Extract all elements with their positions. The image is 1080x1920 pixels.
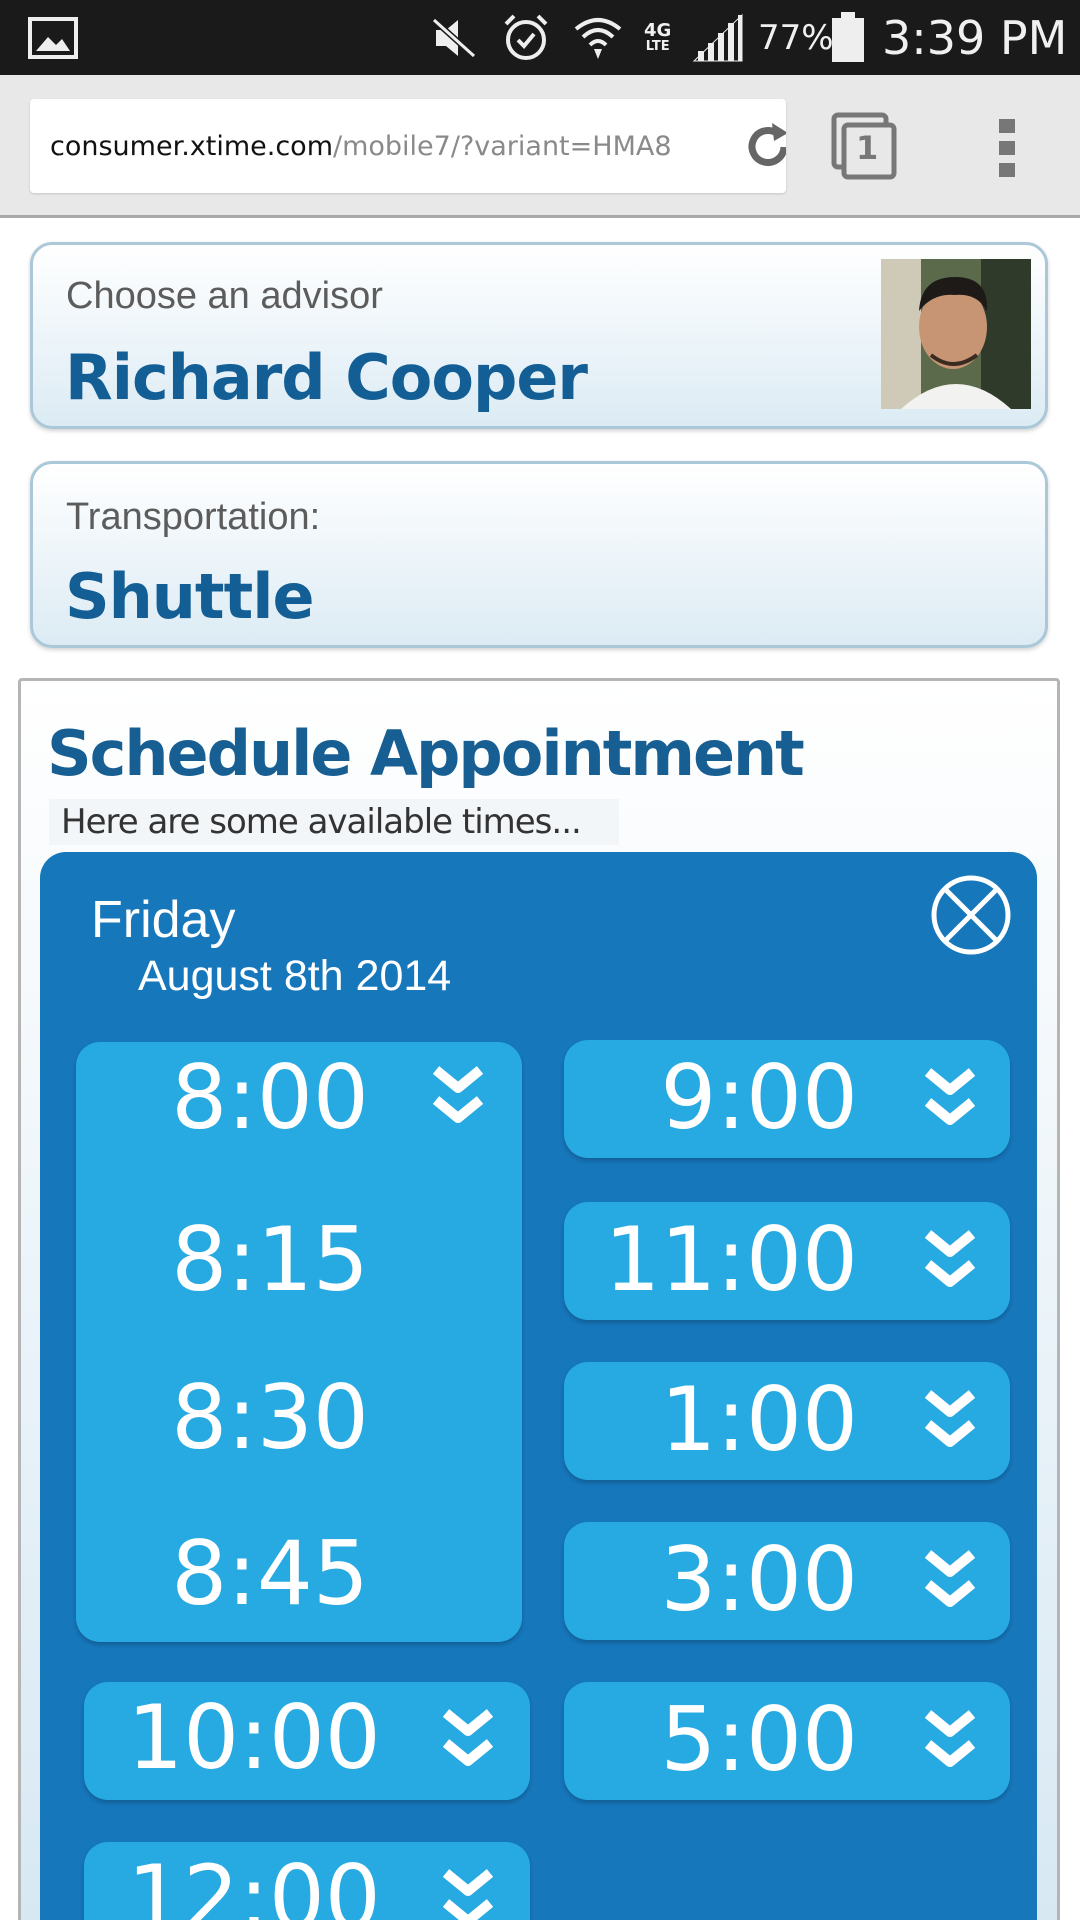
battery-icon: [830, 0, 866, 75]
address-bar[interactable]: consumer.xtime.com/mobile7/?variant=HMA8: [30, 99, 786, 193]
sub-time-option[interactable]: 8:15: [160, 1216, 380, 1304]
lte-icon: 4G LTE: [644, 0, 671, 75]
transportation-value: Shuttle: [65, 560, 315, 633]
lte-bottom-label: LTE: [645, 39, 670, 54]
browser-toolbar: consumer.xtime.com/mobile7/?variant=HMA8…: [0, 75, 1080, 218]
close-icon[interactable]: [930, 874, 1012, 956]
wifi-icon: [572, 0, 624, 75]
sub-time-option[interactable]: 8:45: [160, 1530, 380, 1618]
reload-icon[interactable]: [740, 119, 786, 175]
day-label: Friday: [91, 891, 236, 949]
date-label: August 8th 2014: [138, 952, 452, 1000]
chevron-down-icon[interactable]: [440, 1865, 496, 1920]
chevron-down-icon[interactable]: [922, 1064, 978, 1136]
signal-icon: [692, 0, 744, 75]
time-slot-label[interactable]: 9:00: [584, 1054, 914, 1142]
tab-count: 1: [856, 129, 879, 167]
transportation-card[interactable]: Transportation: Shuttle: [30, 461, 1048, 648]
time-slot-label[interactable]: 1:00: [584, 1376, 914, 1464]
clock: 3:39 PM: [882, 10, 1068, 65]
advisor-card[interactable]: Choose an advisor Richard Cooper: [30, 242, 1048, 429]
url-path: /mobile7/?variant=HMA8: [333, 130, 672, 162]
time-slot-label[interactable]: 5:00: [584, 1696, 914, 1784]
gallery-icon: [28, 0, 78, 75]
chevron-down-icon[interactable]: [922, 1706, 978, 1778]
time-slot-label[interactable]: 11:00: [584, 1216, 914, 1304]
chevron-down-icon[interactable]: [430, 1062, 486, 1134]
chevron-down-icon[interactable]: [922, 1226, 978, 1298]
url-domain: consumer.xtime.com: [50, 130, 333, 162]
lte-top-label: 4G: [644, 20, 672, 41]
alarm-icon: [500, 0, 552, 75]
overflow-menu-icon[interactable]: [992, 115, 1022, 181]
schedule-title: Schedule Appointment: [47, 717, 805, 790]
time-slot-label[interactable]: 3:00: [584, 1536, 914, 1624]
advisor-name: Richard Cooper: [65, 341, 588, 414]
mute-icon: [430, 0, 478, 75]
time-slot-label[interactable]: 10:00: [112, 1694, 396, 1782]
tabs-button[interactable]: 1: [830, 111, 898, 181]
time-slot-label[interactable]: 8:00: [160, 1054, 380, 1142]
schedule-subtitle: Here are some available times...: [49, 799, 619, 845]
chevron-down-icon[interactable]: [440, 1705, 496, 1777]
avatar: [881, 259, 1031, 409]
chevron-down-icon[interactable]: [922, 1386, 978, 1458]
battery-percent: 77%: [758, 17, 834, 58]
status-bar: 4G LTE 77% 3:39 PM: [0, 0, 1080, 75]
time-slot-label[interactable]: 12:00: [112, 1854, 396, 1920]
transportation-label: Transportation:: [66, 496, 321, 538]
chevron-down-icon[interactable]: [922, 1546, 978, 1618]
sub-time-option[interactable]: 8:30: [160, 1374, 380, 1462]
advisor-label: Choose an advisor: [66, 275, 383, 317]
